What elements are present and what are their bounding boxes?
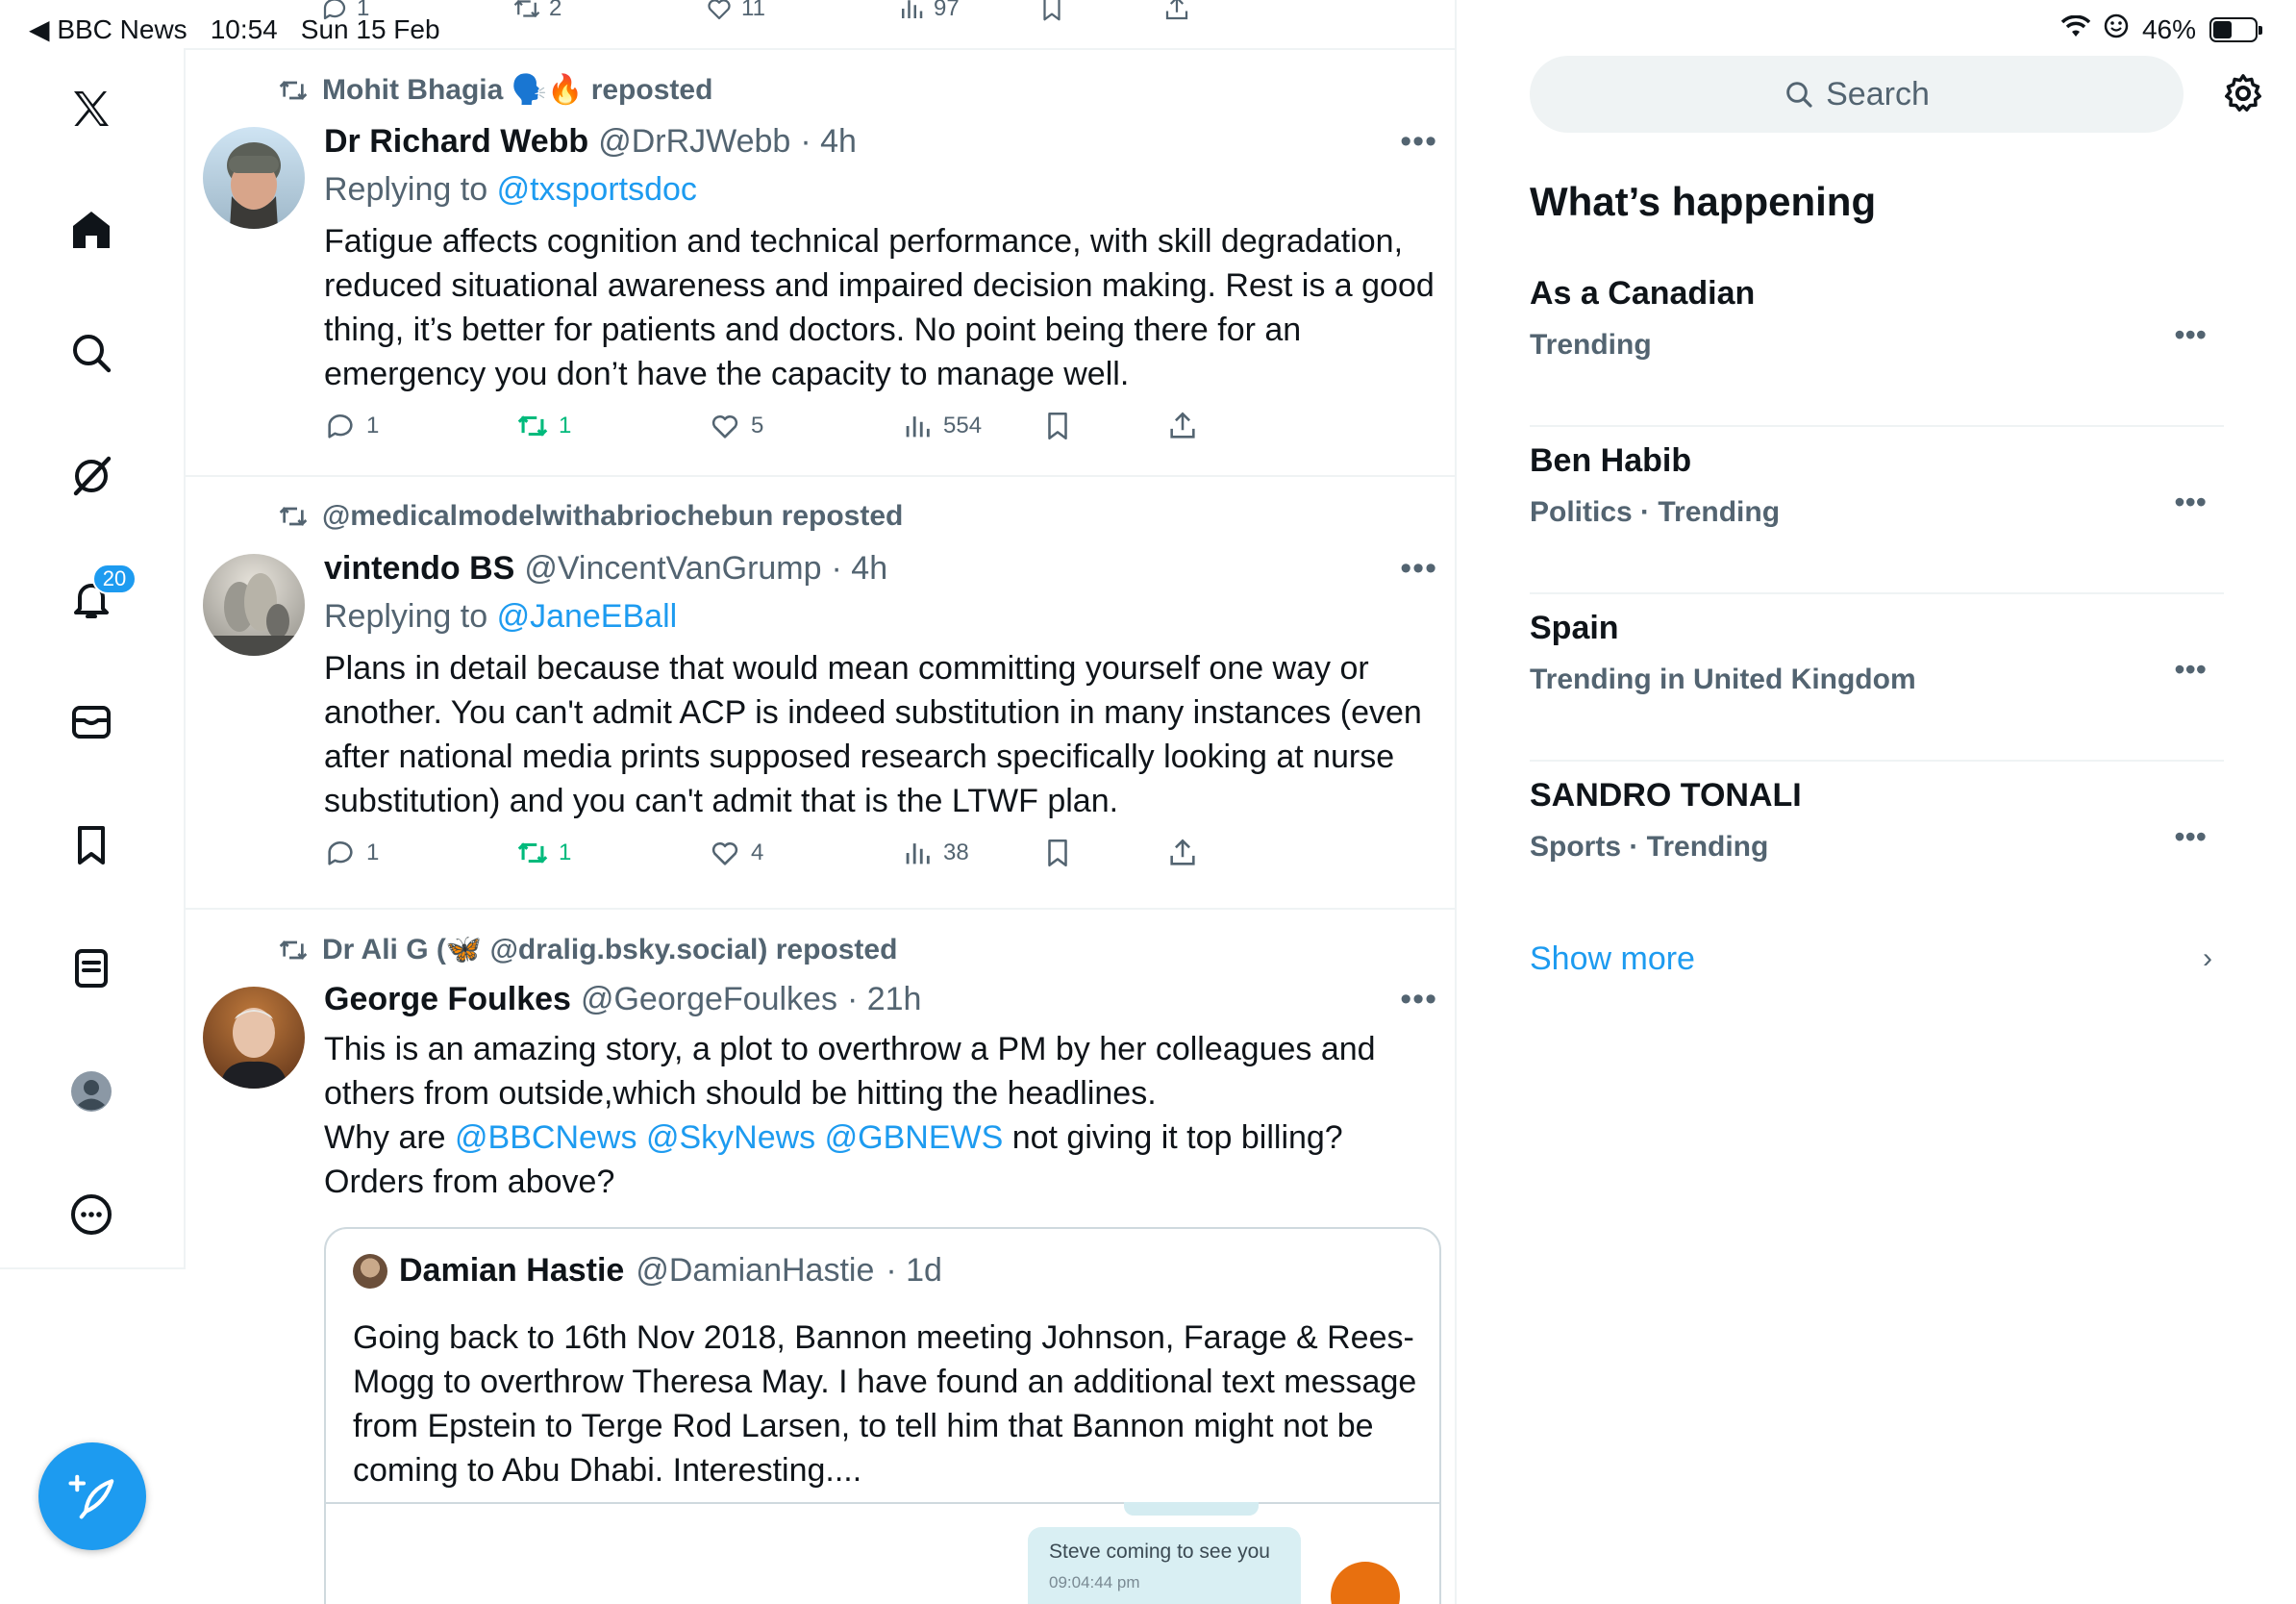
mention-link[interactable]: @BBCNews [455,1119,636,1156]
author-handle[interactable]: @GeorgeFoulkes [581,981,837,1018]
trend-title: As a Canadian [1530,275,1756,312]
repost-icon [279,940,308,960]
tweet-header: George Foulkes @GeorgeFoulkes · 21h [324,981,921,1018]
trend-title: Ben Habib [1530,442,1692,479]
trend-subtitle: Sports · Trending [1530,831,1769,863]
tweet-card[interactable]: Dr Ali G (🦋 @dralig.bsky.social) reposte… [186,0,1455,1604]
bookmarks-icon[interactable] [54,808,129,883]
quoted-tweet-media[interactable]: Steve coming to see you 09:04:44 pm [326,1502,1439,1604]
avatar[interactable] [203,987,305,1089]
author-name[interactable]: George Foulkes [324,981,571,1018]
back-to-app-link[interactable]: ◀ BBC News [29,13,187,45]
home-icon[interactable] [54,192,129,267]
whats-happening-heading: What’s happening [1530,179,1877,224]
search-icon [1786,82,1812,108]
trend-subtitle: Trending [1530,329,1652,361]
left-navigation: 20 [0,48,186,1269]
tweet-text: This is an amazing story, a plot to over… [324,1031,1376,1200]
x-logo-icon[interactable] [54,71,129,146]
right-sidebar: Search What’s happening As a Canadian Tr… [1457,0,2296,1604]
reposted-by: Dr Ali G (🦋 @dralig.bsky.social) reposte… [278,933,897,966]
message-bubble [1124,1502,1259,1516]
notifications-badge: 20 [92,564,137,594]
search-input[interactable]: Search [1530,56,2184,133]
trend-item[interactable]: SANDRO TONALI Sports · Trending ••• [1530,762,2224,915]
more-options-icon[interactable]: ••• [1400,981,1437,1018]
trend-more-icon[interactable]: ••• [2174,485,2207,520]
author-name: Damian Hastie [399,1252,625,1289]
trend-more-icon[interactable]: ••• [2174,317,2207,353]
show-more-link[interactable]: Show more [1530,940,1695,978]
grok-icon[interactable] [54,439,129,514]
trend-item[interactable]: As a Canadian Trending ••• [1530,260,2224,427]
notifications-icon[interactable]: 20 [54,562,137,637]
timeline: 1 2 11 97 Mohit Bhagia 🗣️🔥 reposted Dr R… [186,0,1457,1604]
messages-icon[interactable] [54,685,129,760]
compose-feather-icon [68,1474,114,1519]
trend-item[interactable]: Spain Trending in United Kingdom ••• [1530,594,2224,762]
trend-more-icon[interactable]: ••• [2174,652,2207,688]
avatar [353,1253,387,1289]
chevron-right-icon: › [2203,942,2212,974]
contact-avatar [1331,1562,1400,1604]
compose-post-button[interactable] [38,1442,146,1550]
search-icon[interactable] [54,315,129,390]
quoted-tweet[interactable]: Damian Hastie @DamianHastie · 1d Going b… [324,1227,1441,1604]
settings-gear-icon[interactable] [2221,71,2265,115]
author-handle: @DamianHastie [636,1252,875,1289]
lists-icon[interactable] [54,931,129,1006]
trend-more-icon[interactable]: ••• [2174,819,2207,855]
message-bubble: Steve coming to see you 09:04:44 pm [1028,1527,1301,1604]
search-placeholder: Search [1826,75,1930,113]
tweet-time: · 1d [886,1252,942,1289]
tweet-time: · 21h [846,981,922,1017]
trend-title: SANDRO TONALI [1530,777,1802,814]
trend-item[interactable]: Ben Habib Politics · Trending ••• [1530,427,2224,594]
profile-avatar-icon[interactable] [54,1054,129,1129]
trend-subtitle: Trending in United Kingdom [1530,664,1916,695]
trend-subtitle: Politics · Trending [1530,496,1781,528]
quoted-tweet-text: Going back to 16th Nov 2018, Bannon meet… [353,1319,1417,1489]
mention-link[interactable]: @SkyNews [646,1119,815,1156]
mention-link[interactable]: @GBNEWS [825,1119,1004,1156]
trend-title: Spain [1530,610,1619,646]
quoted-tweet-header: Damian Hastie @DamianHastie · 1d [353,1252,942,1290]
more-icon[interactable] [54,1177,129,1252]
